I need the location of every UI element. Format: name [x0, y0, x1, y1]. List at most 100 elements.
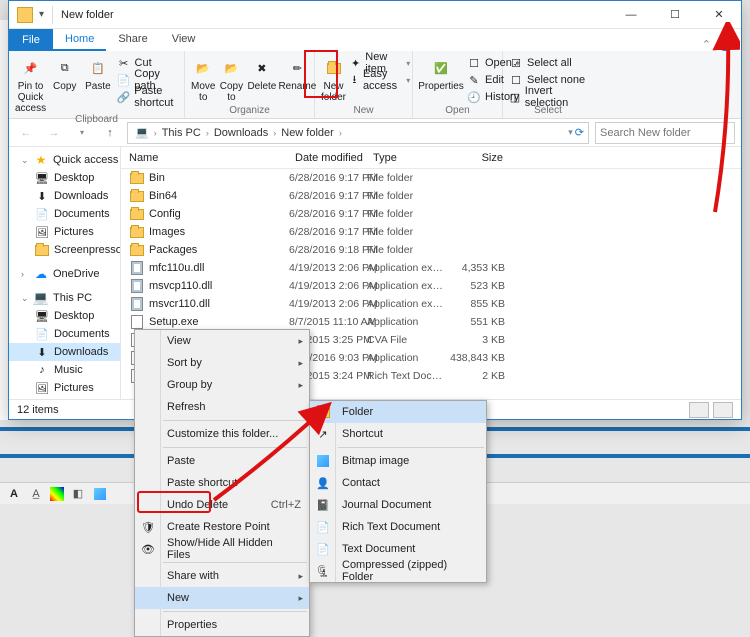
easy-access-button[interactable]: ⭳Easy access▾: [350, 72, 410, 88]
ribbon-collapse-icon[interactable]: ⌃: [702, 38, 711, 51]
easyaccess-icon: ⭳: [350, 73, 359, 87]
folder-icon: [129, 224, 145, 240]
paste-shortcut-button[interactable]: 🔗Paste shortcut: [117, 89, 178, 105]
address-dropdown-icon[interactable]: ▾: [568, 127, 573, 138]
ctx2-journal[interactable]: 📓Journal Document: [310, 494, 486, 516]
nav-screenpresso[interactable]: Screenpresso: [9, 241, 120, 259]
nav-pictures[interactable]: 🖼Pictures: [9, 223, 120, 241]
file-type: File folder: [367, 226, 445, 238]
col-date[interactable]: Date modified: [287, 152, 365, 164]
ctx-undo-delete[interactable]: Undo DeleteCtrl+Z: [135, 494, 309, 516]
file-name: msvcr110.dll: [149, 298, 289, 310]
invert-selection-button[interactable]: ◫Invert selection: [509, 89, 587, 105]
tab-share[interactable]: Share: [106, 29, 159, 51]
ctx2-folder[interactable]: Folder: [310, 401, 486, 423]
nav-desktop[interactable]: 🖥Desktop: [9, 169, 120, 187]
copy-to-button[interactable]: 📂Copy to: [219, 53, 243, 103]
select-all-button[interactable]: ☑Select all: [509, 55, 587, 71]
file-row[interactable]: msvcp110.dll4/19/2013 2:06 PMApplication…: [121, 277, 741, 295]
nav-this-pc[interactable]: ⌄💻This PC: [9, 289, 120, 307]
view-large-icons-button[interactable]: [713, 402, 733, 418]
file-row[interactable]: Bin646/28/2016 9:17 PMFile folder: [121, 187, 741, 205]
copy-button[interactable]: ⧉Copy: [50, 53, 79, 92]
ctx2-contact[interactable]: 👤Contact: [310, 472, 486, 494]
tab-file[interactable]: File: [9, 29, 53, 51]
ctx2-bitmap[interactable]: Bitmap image: [310, 450, 486, 472]
ctx-show-hide-hidden[interactable]: 👁Show/Hide All Hidden Files: [135, 538, 309, 560]
maximize-button[interactable]: ☐: [653, 1, 697, 29]
crumb-downloads[interactable]: Downloads: [211, 127, 271, 139]
nav-onedrive[interactable]: ›☁OneDrive: [9, 265, 120, 283]
paste-button[interactable]: 📋Paste: [83, 53, 112, 92]
delete-button[interactable]: ✖Delete: [247, 53, 276, 92]
ctx-create-restore-point[interactable]: 🛡Create Restore Point: [135, 516, 309, 538]
ctx2-shortcut[interactable]: ↗Shortcut: [310, 423, 486, 445]
search-input[interactable]: [600, 127, 730, 139]
qat-overflow-icon[interactable]: ▾: [39, 9, 44, 20]
breadcrumb[interactable]: 💻› This PC› Downloads› New folder› ▾ ⟳: [127, 122, 589, 144]
nav-documents[interactable]: 📄Documents: [9, 205, 120, 223]
ctx2-zip[interactable]: 🗜Compressed (zipped) Folder: [310, 560, 486, 582]
properties-button[interactable]: ✅Properties: [419, 53, 463, 92]
col-name[interactable]: Name: [121, 152, 287, 164]
new-folder-button[interactable]: New folder: [321, 53, 346, 103]
nav-desktop2[interactable]: 🖥Desktop: [9, 307, 120, 325]
col-size[interactable]: Size: [443, 152, 513, 164]
pictures-icon: 🖼: [35, 381, 49, 395]
ctx-share-with[interactable]: Share with▸: [135, 565, 309, 587]
folder-icon: [315, 404, 331, 420]
nav-pictures2[interactable]: 🖼Pictures: [9, 379, 120, 397]
file-row[interactable]: Config6/28/2016 9:17 PMFile folder: [121, 205, 741, 223]
nav-downloads2[interactable]: ⬇Downloads: [9, 343, 120, 361]
crumb-thispc[interactable]: This PC: [159, 127, 204, 139]
file-row[interactable]: Images6/28/2016 9:17 PMFile folder: [121, 223, 741, 241]
view-details-button[interactable]: [689, 402, 709, 418]
ctx-new[interactable]: New▸: [135, 587, 309, 609]
tb-bold-icon[interactable]: A: [6, 486, 22, 502]
ctx-paste[interactable]: Paste: [135, 450, 309, 472]
file-row[interactable]: Bin6/28/2016 9:17 PMFile folder: [121, 169, 741, 187]
ctx-customize[interactable]: Customize this folder...: [135, 423, 309, 445]
help-icon[interactable]: ?: [717, 35, 733, 51]
close-button[interactable]: ✕: [697, 1, 741, 29]
selectall-icon: ☑: [509, 56, 523, 70]
ctx-paste-shortcut[interactable]: Paste shortcut: [135, 472, 309, 494]
nav-documents2[interactable]: 📄Documents: [9, 325, 120, 343]
move-to-button[interactable]: 📂Move to: [191, 53, 215, 103]
ctx2-rtf[interactable]: 📄Rich Text Document: [310, 516, 486, 538]
refresh-icon[interactable]: ⟳: [575, 126, 584, 139]
nav-quick-access[interactable]: ⌄★Quick access: [9, 151, 120, 169]
column-headers[interactable]: Name Date modified Type Size: [121, 147, 741, 169]
rename-button[interactable]: ✏Rename: [280, 53, 314, 92]
tb-font-icon[interactable]: A̲: [28, 486, 44, 502]
ctx-sortby[interactable]: Sort by▸: [135, 352, 309, 374]
nav-downloads[interactable]: ⬇Downloads: [9, 187, 120, 205]
file-date: 4/19/2013 2:06 PM: [289, 280, 367, 292]
new-folder-icon: [322, 56, 346, 80]
ctx-properties[interactable]: Properties: [135, 614, 309, 636]
crumb-newfolder[interactable]: New folder: [278, 127, 337, 139]
file-row[interactable]: msvcr110.dll4/19/2013 2:06 PMApplication…: [121, 295, 741, 313]
nav-music[interactable]: ♪Music: [9, 361, 120, 379]
search-box[interactable]: [595, 122, 735, 144]
col-type[interactable]: Type: [365, 152, 443, 164]
file-type: Application extens...: [367, 280, 445, 292]
tab-home[interactable]: Home: [53, 29, 106, 51]
contact-icon: 👤: [315, 475, 331, 491]
tb-color-icon[interactable]: [50, 487, 64, 501]
file-type: Rich Text Document: [367, 370, 445, 382]
tab-view[interactable]: View: [160, 29, 208, 51]
ctx2-txt[interactable]: 📄Text Document: [310, 538, 486, 560]
status-item-count: 12 items: [17, 404, 59, 416]
ctx-view[interactable]: View▸: [135, 330, 309, 352]
tb-shape-icon[interactable]: ◧: [70, 486, 86, 502]
pin-to-quick-access-button[interactable]: 📌Pin to Quick access: [15, 53, 46, 114]
ctx-groupby[interactable]: Group by▸: [135, 374, 309, 396]
group-label: Clipboard: [15, 114, 178, 125]
minimize-button[interactable]: —: [609, 1, 653, 29]
ctx-refresh[interactable]: Refresh: [135, 396, 309, 418]
file-row[interactable]: Packages6/28/2016 9:18 PMFile folder: [121, 241, 741, 259]
tb-image-icon[interactable]: [92, 486, 108, 502]
file-row[interactable]: mfc110u.dll4/19/2013 2:06 PMApplication …: [121, 259, 741, 277]
file-name: mfc110u.dll: [149, 262, 289, 274]
